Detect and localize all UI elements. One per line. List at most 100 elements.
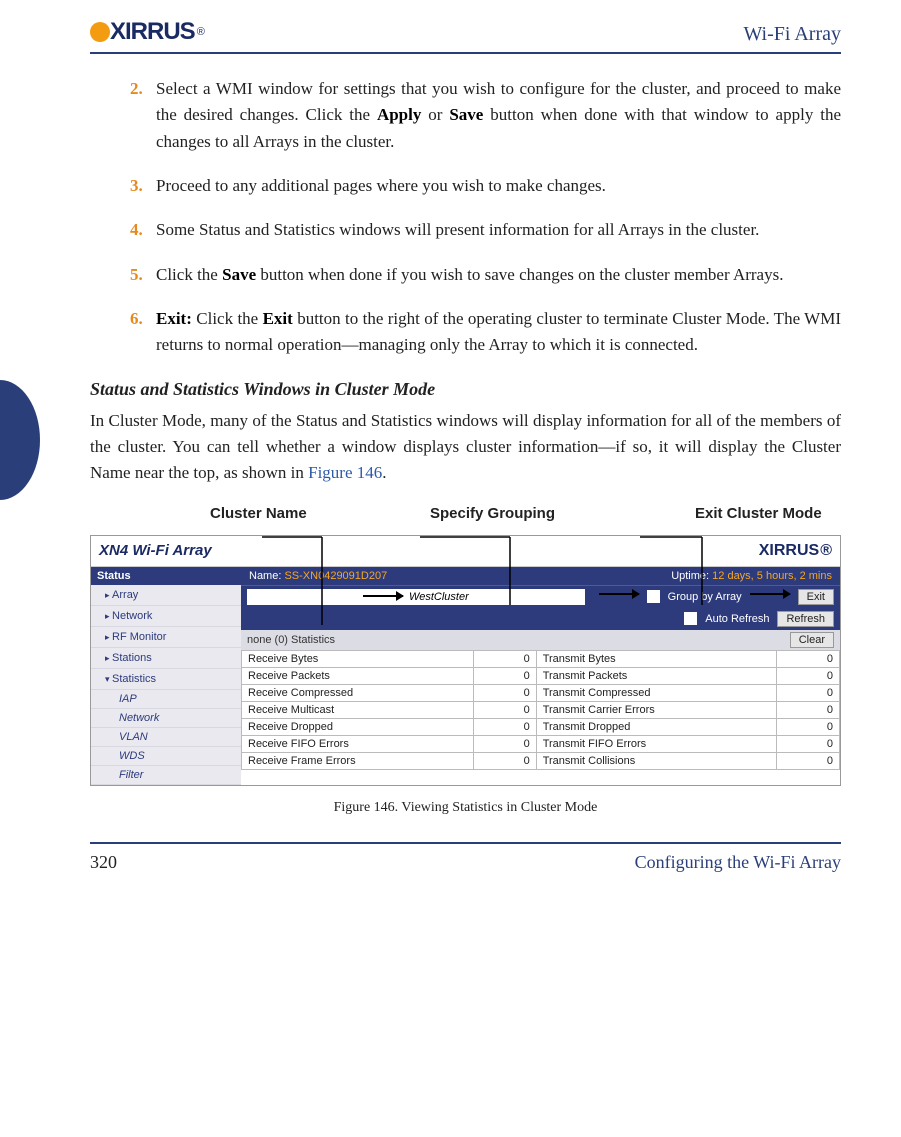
step-body: Select a WMI window for settings that yo… xyxy=(156,76,841,155)
callout-cluster-name: Cluster Name xyxy=(210,505,307,522)
callout-row: Cluster Name Specify Grouping Exit Clust… xyxy=(150,505,841,535)
stats-title-bar: none (0) Statistics Clear xyxy=(241,630,840,650)
sidebar-item-statistics[interactable]: Statistics xyxy=(91,669,241,690)
step-number: 4. xyxy=(130,217,156,243)
step-body: Proceed to any additional pages where yo… xyxy=(156,173,841,199)
step-body: Exit: Click the Exit button to the right… xyxy=(156,306,841,359)
table-cell: Receive Bytes xyxy=(242,650,474,667)
screenshot-brand-logo: XIRRUS® xyxy=(744,542,832,560)
sidebar-subitem[interactable]: WDS xyxy=(91,747,241,766)
table-cell: 0 xyxy=(473,735,536,752)
side-tab xyxy=(0,380,40,500)
table-cell: 0 xyxy=(473,701,536,718)
table-cell: 0 xyxy=(777,684,840,701)
sidebar-item[interactable]: Stations xyxy=(91,648,241,669)
sidebar-item[interactable]: Network xyxy=(91,606,241,627)
table-cell: 0 xyxy=(473,752,536,769)
step-item: 4.Some Status and Statistics windows wil… xyxy=(130,217,841,243)
name-value: SS-XN0429091D207 xyxy=(284,570,387,582)
sidebar-header: Status xyxy=(91,567,241,585)
sidebar: Status ArrayNetworkRF MonitorStationsSta… xyxy=(91,567,241,785)
uptime-label: Uptime: xyxy=(671,570,709,582)
table-row: Receive FIFO Errors0Transmit FIFO Errors… xyxy=(242,735,840,752)
sidebar-item[interactable]: RF Monitor xyxy=(91,627,241,648)
auto-refresh-label[interactable]: Auto Refresh xyxy=(705,613,769,625)
table-cell: 0 xyxy=(473,650,536,667)
table-cell: 0 xyxy=(777,752,840,769)
page-title: Wi-Fi Array xyxy=(743,23,841,46)
stats-title: none (0) Statistics xyxy=(247,634,335,646)
figure-caption: Figure 146. Viewing Statistics in Cluste… xyxy=(90,800,841,816)
registered-icon: ® xyxy=(197,26,204,38)
uptime-value: 12 days, 5 hours, 2 mins xyxy=(712,570,832,582)
step-body: Some Status and Statistics windows will … xyxy=(156,217,841,243)
table-row: Receive Multicast0Transmit Carrier Error… xyxy=(242,701,840,718)
sidebar-subitem[interactable]: Filter xyxy=(91,766,241,785)
group-by-array-label[interactable]: Group by Array xyxy=(668,591,742,603)
table-cell: Transmit Bytes xyxy=(536,650,776,667)
name-bar: Name: SS-XN0429091D207 Uptime: 12 days, … xyxy=(241,567,840,585)
auto-refresh-checkbox[interactable] xyxy=(684,612,697,625)
steps-list: 2.Select a WMI window for settings that … xyxy=(130,76,841,359)
table-cell: Transmit Packets xyxy=(536,667,776,684)
screenshot-header: XN4 Wi-Fi Array XIRRUS® xyxy=(91,536,840,567)
group-checkbox[interactable] xyxy=(647,590,660,603)
main-panel: Name: SS-XN0429091D207 Uptime: 12 days, … xyxy=(241,567,840,785)
callout-exit-cluster: Exit Cluster Mode xyxy=(695,505,822,522)
page-header: XIRRUS ® Wi-Fi Array xyxy=(90,18,841,54)
table-cell: Receive Compressed xyxy=(242,684,474,701)
step-item: 2.Select a WMI window for settings that … xyxy=(130,76,841,155)
sidebar-subitem[interactable]: VLAN xyxy=(91,728,241,747)
name-label: Name: xyxy=(249,570,281,582)
table-row: Receive Packets0Transmit Packets0 xyxy=(242,667,840,684)
section-subhead: Status and Statistics Windows in Cluster… xyxy=(90,379,841,400)
logo-text: XIRRUS xyxy=(110,18,195,46)
para-text: In Cluster Mode, many of the Status and … xyxy=(90,411,841,483)
refresh-button[interactable]: Refresh xyxy=(777,611,834,627)
table-cell: 0 xyxy=(777,718,840,735)
table-cell: Receive Frame Errors xyxy=(242,752,474,769)
brand-logo: XIRRUS ® xyxy=(90,18,204,46)
para-end: . xyxy=(382,463,386,482)
table-cell: Transmit Carrier Errors xyxy=(536,701,776,718)
table-cell: 0 xyxy=(777,667,840,684)
figure-reference[interactable]: Figure 146 xyxy=(308,463,382,482)
callout-specify-grouping: Specify Grouping xyxy=(430,505,555,522)
table-cell: Transmit Dropped xyxy=(536,718,776,735)
sidebar-subitem[interactable]: IAP xyxy=(91,690,241,709)
step-number: 2. xyxy=(130,76,156,155)
table-row: Receive Frame Errors0Transmit Collisions… xyxy=(242,752,840,769)
table-row: Receive Bytes0Transmit Bytes0 xyxy=(242,650,840,667)
step-item: 5.Click the Save button when done if you… xyxy=(130,262,841,288)
group-bar: WestCluster Group by Array Exit xyxy=(241,585,840,608)
table-cell: 0 xyxy=(473,718,536,735)
table-cell: Receive FIFO Errors xyxy=(242,735,474,752)
clear-button[interactable]: Clear xyxy=(790,632,834,648)
table-cell: 0 xyxy=(473,684,536,701)
stats-table: Receive Bytes0Transmit Bytes0Receive Pac… xyxy=(241,650,840,770)
table-cell: Transmit Compressed xyxy=(536,684,776,701)
section-paragraph: In Cluster Mode, many of the Status and … xyxy=(90,408,841,487)
footer-section: Configuring the Wi-Fi Array xyxy=(635,852,841,873)
device-title: XN4 Wi-Fi Array xyxy=(99,542,212,559)
cluster-name: WestCluster xyxy=(247,589,585,605)
refresh-bar: Auto Refresh Refresh xyxy=(241,608,840,630)
table-cell: 0 xyxy=(777,650,840,667)
sidebar-subitem[interactable]: Network xyxy=(91,709,241,728)
page-footer: 320 Configuring the Wi-Fi Array xyxy=(90,842,841,897)
table-row: Receive Dropped0Transmit Dropped0 xyxy=(242,718,840,735)
step-item: 6.Exit: Click the Exit button to the rig… xyxy=(130,306,841,359)
table-cell: 0 xyxy=(777,735,840,752)
logo-dot-icon xyxy=(744,544,758,558)
table-cell: 0 xyxy=(473,667,536,684)
table-cell: Transmit Collisions xyxy=(536,752,776,769)
step-body: Click the Save button when done if you w… xyxy=(156,262,841,288)
screenshot-panel: XN4 Wi-Fi Array XIRRUS® Status ArrayNetw… xyxy=(90,535,841,786)
table-cell: Receive Dropped xyxy=(242,718,474,735)
step-number: 3. xyxy=(130,173,156,199)
sidebar-item[interactable]: Array xyxy=(91,585,241,606)
exit-button[interactable]: Exit xyxy=(798,589,834,605)
page-number: 320 xyxy=(90,852,117,873)
arrow-icon xyxy=(363,595,403,597)
table-cell: Transmit FIFO Errors xyxy=(536,735,776,752)
